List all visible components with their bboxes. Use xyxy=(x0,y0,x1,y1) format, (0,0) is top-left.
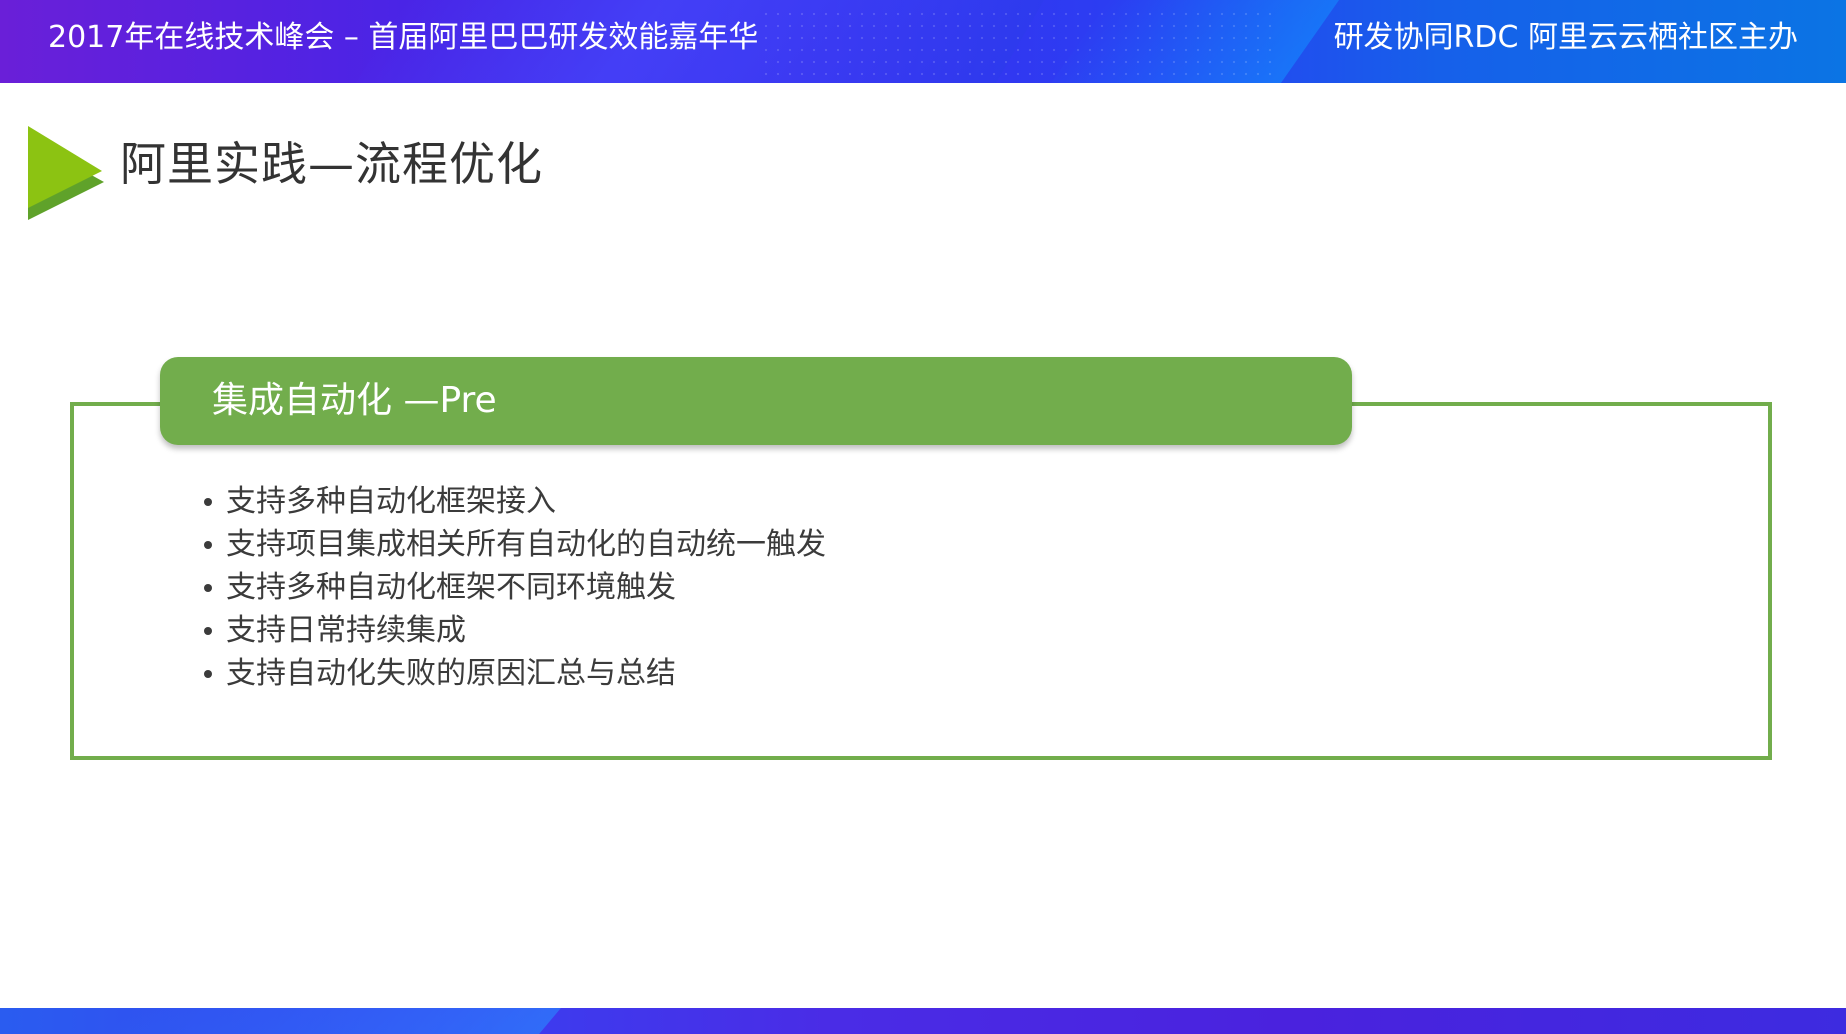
play-triangle-icon xyxy=(28,126,104,220)
list-item: 支持多种自动化框架不同环境触发 xyxy=(202,566,826,609)
list-item: 支持日常持续集成 xyxy=(202,609,826,652)
list-item: 支持项目集成相关所有自动化的自动统一触发 xyxy=(202,523,826,566)
page-title: 阿里实践—流程优化 xyxy=(120,137,543,191)
list-item-text: 支持自动化失败的原因汇总与总结 xyxy=(226,656,676,691)
bullet-dot-icon xyxy=(204,498,212,506)
bullet-dot-icon xyxy=(204,584,212,592)
section-header-label: 集成自动化 —Pre xyxy=(212,380,497,421)
bullet-dot-icon xyxy=(204,541,212,549)
list-item-text: 支持多种自动化框架接入 xyxy=(226,484,556,519)
top-banner: 2017年在线技术峰会 – 首届阿里巴巴研发效能嘉年华 研发协同RDC 阿里云云… xyxy=(0,0,1846,83)
banner-decoration xyxy=(109,1008,561,1034)
section-header: 集成自动化 —Pre xyxy=(160,357,1352,445)
event-title: 2017年在线技术峰会 – 首届阿里巴巴研发效能嘉年华 xyxy=(48,20,759,55)
list-item-text: 支持多种自动化框架不同环境触发 xyxy=(226,570,676,605)
list-item: 支持自动化失败的原因汇总与总结 xyxy=(202,652,826,695)
organizer-text: 研发协同RDC 阿里云云栖社区主办 xyxy=(1333,20,1798,55)
bullet-dot-icon xyxy=(204,670,212,678)
banner-dot-pattern xyxy=(760,8,1280,78)
bullet-list: 支持多种自动化框架接入 支持项目集成相关所有自动化的自动统一触发 支持多种自动化… xyxy=(202,480,826,695)
list-item-text: 支持日常持续集成 xyxy=(226,613,466,648)
bullet-dot-icon xyxy=(204,627,212,635)
bottom-banner xyxy=(0,1008,1846,1034)
slide: 2017年在线技术峰会 – 首届阿里巴巴研发效能嘉年华 研发协同RDC 阿里云云… xyxy=(0,0,1846,1034)
list-item-text: 支持项目集成相关所有自动化的自动统一触发 xyxy=(226,527,826,562)
list-item: 支持多种自动化框架接入 xyxy=(202,480,826,523)
